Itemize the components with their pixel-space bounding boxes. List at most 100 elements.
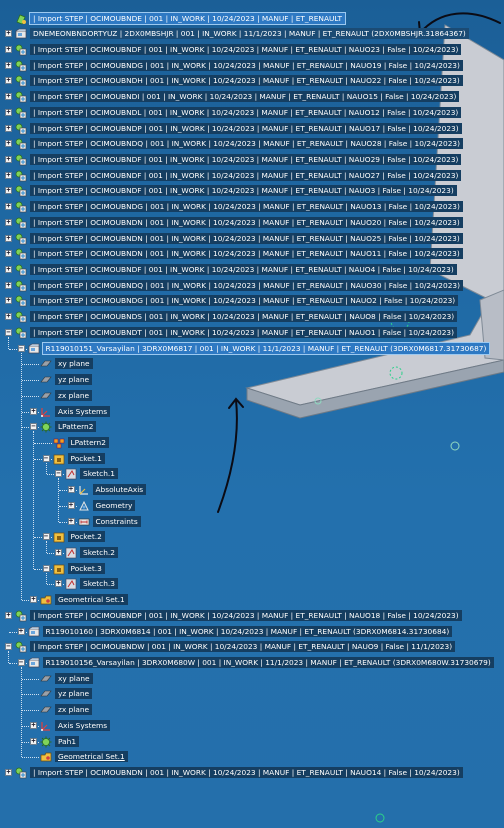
tree-node-r14[interactable]: + | Import STEP | OCIMOUBNDN | 001 | IN_W… <box>0 232 504 246</box>
component-icon[interactable] <box>15 170 27 182</box>
tree-node-r1[interactable]: + DNEMEONBNDORTYUZ | 2DX0MBSHJR | 001 | I… <box>0 27 504 41</box>
tree-node-r47[interactable]: Geometrical Set.1 <box>0 750 504 764</box>
product-icon[interactable] <box>28 626 40 638</box>
part-icon[interactable] <box>15 13 27 25</box>
collapse-toggle-icon[interactable]: − <box>5 328 12 336</box>
collapse-toggle-icon[interactable]: − <box>30 423 37 431</box>
component-icon[interactable] <box>15 295 27 307</box>
tree-node-label[interactable]: Sketch.1 <box>80 468 118 480</box>
tree-node-r48[interactable]: + | Import STEP | OCIMOUBNDN | 001 | IN_W… <box>0 766 504 780</box>
tree-node-label[interactable]: | Import STEP | OCIMOUBNDF | 001 | IN_WO… <box>30 264 457 276</box>
expand-toggle-icon[interactable]: + <box>17 627 25 635</box>
tree-node-label[interactable]: | Import STEP | OCIMOUBNDG | 001 | IN_WO… <box>30 295 459 307</box>
tree-node-label[interactable]: | Import STEP | OCIMOUBNDQ | 001 | IN_WO… <box>30 279 463 291</box>
constraints-icon[interactable] <box>78 516 90 528</box>
collapse-toggle-icon[interactable]: − <box>42 533 50 541</box>
component-icon[interactable] <box>15 248 27 260</box>
tree-node-r24[interactable]: zx plane <box>0 389 504 403</box>
tree-node-r9[interactable]: + | Import STEP | OCIMOUBNDF | 001 | IN_W… <box>0 153 504 167</box>
specification-tree[interactable]: | Import STEP | OCIMOUBNDE | 001 | IN_WO… <box>0 0 504 828</box>
tree-node-label[interactable]: | Import STEP | OCIMOUBNDG | 001 | IN_WO… <box>30 59 463 71</box>
tree-node-label[interactable]: LPattern2 <box>67 436 109 448</box>
tree-node-label[interactable]: | Import STEP | OCIMOUBNDP | 001 | IN_WO… <box>30 122 462 134</box>
tree-node-r32[interactable]: + Constraints <box>0 515 504 529</box>
tree-node-label[interactable]: zx plane <box>55 704 93 716</box>
tree-node-r0[interactable]: | Import STEP | OCIMOUBNDE | 001 | IN_WO… <box>0 11 504 26</box>
component-icon[interactable] <box>15 217 27 229</box>
tree-node-label[interactable]: | Import STEP | OCIMOUBNDN | 001 | IN_WO… <box>30 216 463 228</box>
tree-node-r44[interactable]: zx plane <box>0 703 504 717</box>
expand-toggle-icon[interactable]: + <box>5 124 12 132</box>
tree-node-r4[interactable]: + | Import STEP | OCIMOUBNDH | 001 | IN_W… <box>0 74 504 88</box>
tree-node-r27[interactable]: LPattern2 <box>0 436 504 450</box>
pocket-icon[interactable] <box>53 563 65 575</box>
tree-node-label[interactable]: Axis Systems <box>55 405 111 417</box>
tree-node-r28[interactable]: − Pocket.1 <box>0 452 504 466</box>
component-icon[interactable] <box>15 138 27 150</box>
component-icon[interactable] <box>15 201 27 213</box>
tree-node-label[interactable]: | Import STEP | OCIMOUBNDG | 001 | IN_WO… <box>30 201 463 213</box>
tree-node-r20[interactable]: − | Import STEP | OCIMOUBNDT | 001 | IN_W… <box>0 326 504 340</box>
component-icon[interactable] <box>15 767 27 779</box>
expand-toggle-icon[interactable]: + <box>5 203 12 211</box>
expand-toggle-icon[interactable]: + <box>67 517 75 525</box>
sketch-icon[interactable] <box>65 468 77 480</box>
tree-node-label[interactable]: | Import STEP | OCIMOUBNDF | 001 | IN_WO… <box>30 185 457 197</box>
component-icon[interactable] <box>15 123 27 135</box>
pocket-icon[interactable] <box>53 531 65 543</box>
tree-node-r23[interactable]: yz plane <box>0 373 504 387</box>
tree-node-label[interactable]: Geometrical Set.1 <box>55 751 128 763</box>
product-icon[interactable] <box>28 657 40 669</box>
tree-node-r3[interactable]: + | Import STEP | OCIMOUBNDG | 001 | IN_W… <box>0 59 504 73</box>
component-icon[interactable] <box>15 107 27 119</box>
expand-toggle-icon[interactable]: + <box>5 218 12 226</box>
tree-node-r13[interactable]: + | Import STEP | OCIMOUBNDN | 001 | IN_W… <box>0 216 504 230</box>
tree-node-r45[interactable]: + Axis Systems <box>0 719 504 733</box>
tree-node-label[interactable]: zx plane <box>55 389 93 401</box>
tree-node-r19[interactable]: + | Import STEP | OCIMOUBNDS | 001 | IN_W… <box>0 310 504 324</box>
expand-toggle-icon[interactable]: + <box>5 313 12 321</box>
tree-node-label[interactable]: | Import STEP | OCIMOUBNDH | 001 | IN_WO… <box>30 75 463 87</box>
tree-node-r30[interactable]: + AbsoluteAxis <box>0 483 504 497</box>
sketch-icon[interactable] <box>65 547 77 559</box>
tree-node-r43[interactable]: yz plane <box>0 687 504 701</box>
pocket-icon[interactable] <box>53 453 65 465</box>
component-icon[interactable] <box>15 185 27 197</box>
tree-node-label[interactable]: DNEMEONBNDORTYUZ | 2DX0MBSHJR | 001 | IN… <box>30 28 469 40</box>
expand-toggle-icon[interactable]: + <box>55 548 62 556</box>
expand-toggle-icon[interactable]: + <box>5 281 12 289</box>
tree-node-label[interactable]: Pocket.3 <box>67 562 105 574</box>
tree-node-r2[interactable]: + | Import STEP | OCIMOUBNDF | 001 | IN_W… <box>0 43 504 57</box>
tree-node-label[interactable]: | Import STEP | OCIMOUBNDQ | 001 | IN_WO… <box>30 138 463 150</box>
tree-node-r39[interactable]: + R119010160 | 3DRX0M6814 | 001 | IN_WORK… <box>0 625 504 639</box>
tree-node-label[interactable]: Sketch.3 <box>80 578 118 590</box>
expand-toggle-icon[interactable]: + <box>5 611 12 619</box>
tree-node-r34[interactable]: + Sketch.2 <box>0 546 504 560</box>
plane-icon[interactable] <box>40 390 52 402</box>
component-icon[interactable] <box>15 75 27 87</box>
tree-node-label[interactable]: R119010156_Varsayilan | 3DRX0M680W | 001… <box>42 657 494 669</box>
component-icon[interactable] <box>15 154 27 166</box>
tree-node-label[interactable]: | Import STEP | OCIMOUBNDN | 001 | IN_WO… <box>30 232 463 244</box>
plane-icon[interactable] <box>40 688 52 700</box>
tree-node-label[interactable]: LPattern2 <box>55 421 97 433</box>
tree-node-label[interactable]: | Import STEP | OCIMOUBNDL | 001 | IN_WO… <box>30 106 462 118</box>
tree-node-label[interactable]: | Import STEP | OCIMOUBNDF | 001 | IN_WO… <box>30 169 462 181</box>
tree-node-r15[interactable]: + | Import STEP | OCIMOUBNDN | 001 | IN_W… <box>0 247 504 261</box>
tree-node-r16[interactable]: + | Import STEP | OCIMOUBNDF | 001 | IN_W… <box>0 263 504 277</box>
tree-node-label[interactable]: Geometrical Set.1 <box>55 594 128 606</box>
tree-node-label[interactable]: xy plane <box>55 672 93 684</box>
tree-node-label[interactable]: yz plane <box>55 374 93 386</box>
tree-node-label[interactable]: Constraints <box>92 515 141 527</box>
axis-system-icon[interactable] <box>40 720 52 732</box>
gear-body-icon[interactable] <box>40 736 52 748</box>
expand-toggle-icon[interactable]: + <box>5 297 12 305</box>
tree-node-r7[interactable]: + | Import STEP | OCIMOUBNDP | 001 | IN_W… <box>0 122 504 136</box>
gear-body-icon[interactable] <box>40 421 52 433</box>
tree-node-r46[interactable]: + Pah1 <box>0 735 504 749</box>
tree-node-label[interactable]: | Import STEP | OCIMOUBNDN | 001 | IN_WO… <box>30 767 463 779</box>
expand-toggle-icon[interactable]: + <box>30 721 37 729</box>
expand-toggle-icon[interactable]: + <box>30 407 37 415</box>
expand-toggle-icon[interactable]: + <box>30 737 37 745</box>
component-icon[interactable] <box>15 610 27 622</box>
